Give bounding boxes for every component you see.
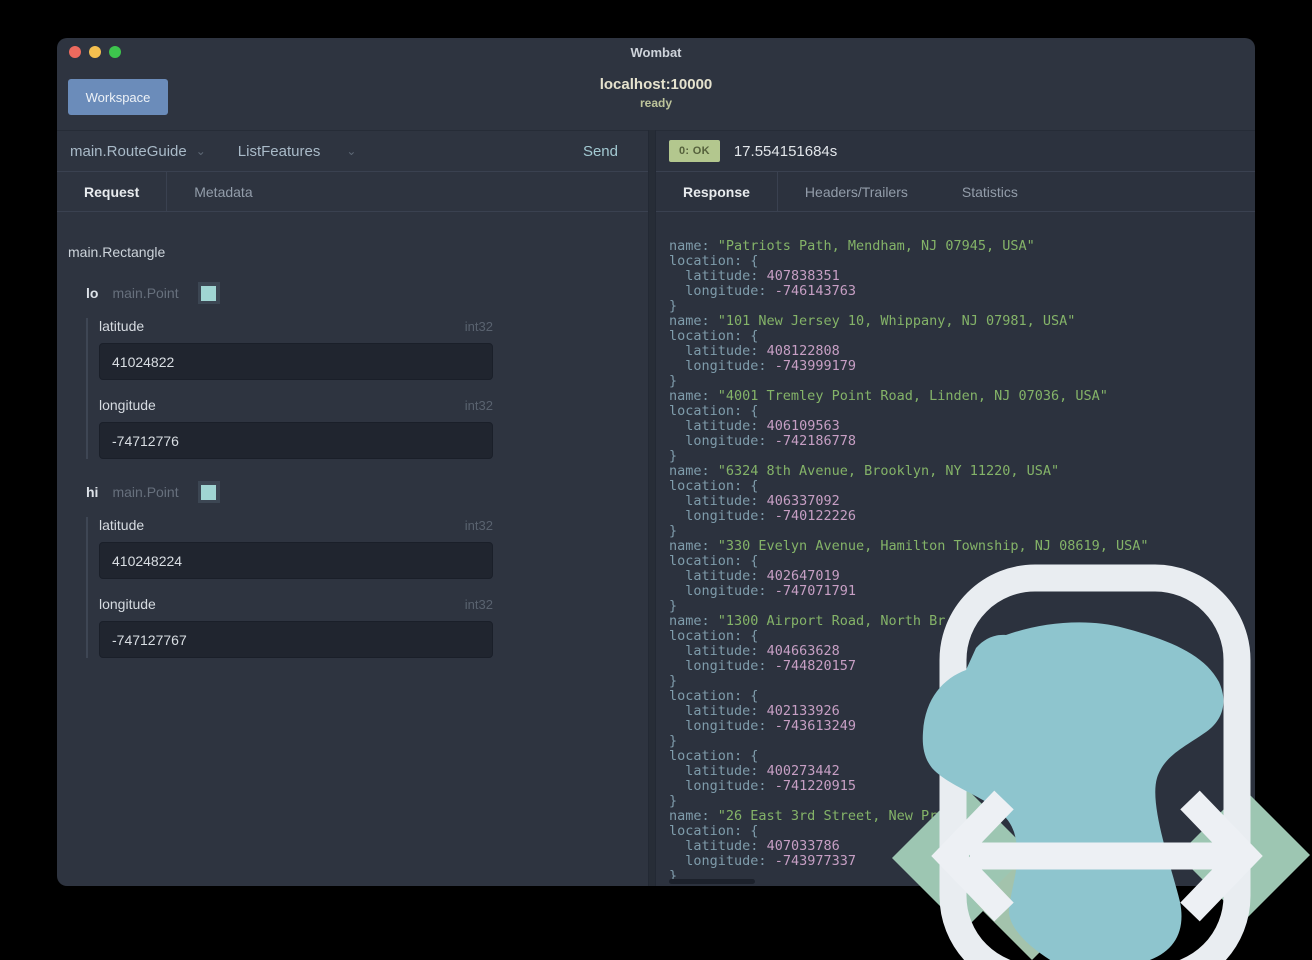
- pane-splitter[interactable]: [648, 130, 656, 886]
- tab-headers-trailers[interactable]: Headers/Trailers: [778, 172, 935, 211]
- response-output: name: "Patriots Path, Mendham, NJ 07945,…: [669, 238, 1149, 884]
- longitude-input[interactable]: [99, 422, 493, 459]
- send-button[interactable]: Send: [583, 143, 618, 160]
- checkbox-checked-icon: [201, 484, 217, 500]
- group-field-name: lo: [86, 285, 99, 301]
- field-label: longitude: [99, 397, 156, 413]
- field-row: longitude int32: [99, 596, 493, 658]
- method-select[interactable]: ListFeatures: [238, 143, 321, 160]
- wombat-window: Wombat Workspace localhost:10000 ready m…: [57, 38, 1255, 886]
- group-field-name: hi: [86, 484, 99, 500]
- response-toolbar: 0: OK 17.554151684s: [656, 130, 1255, 172]
- message-type-label: main.Rectangle: [68, 244, 166, 260]
- minimize-window-icon[interactable]: [89, 46, 101, 58]
- field-row: longitude int32: [99, 397, 493, 459]
- field-label: latitude: [99, 517, 145, 533]
- response-tabs: Response Headers/Trailers Statistics: [656, 172, 1255, 212]
- host-address: localhost:10000: [599, 76, 713, 93]
- status-badge: 0: OK: [669, 140, 720, 162]
- chevron-down-icon[interactable]: ⌄: [346, 144, 356, 158]
- window-title: Wombat: [630, 44, 682, 60]
- desktop-background: Wombat Workspace localhost:10000 ready m…: [0, 0, 1312, 960]
- group-field-type: main.Point: [112, 484, 179, 500]
- field-group-hi: hi main.Point latitude int32 410248224 l…: [68, 481, 648, 658]
- field-type: int32: [464, 398, 493, 413]
- traffic-lights: [69, 46, 121, 58]
- field-type: int32: [464, 597, 493, 612]
- request-form: main.Rectangle lo main.Point latitude in…: [57, 212, 648, 675]
- group-fields: latitude int32 longitude int32: [86, 318, 648, 459]
- horizontal-scrollbar-thumb[interactable]: [669, 879, 755, 884]
- longitude-input[interactable]: [99, 621, 493, 658]
- request-tabs: Request Metadata: [57, 172, 648, 212]
- field-type: int32: [464, 518, 493, 533]
- service-select[interactable]: main.RouteGuide: [70, 143, 187, 160]
- topbar: Workspace localhost:10000 ready: [57, 66, 1255, 130]
- group-enabled-checkbox[interactable]: [197, 282, 220, 304]
- group-header: hi main.Point: [86, 481, 648, 503]
- checkbox-checked-icon: [201, 285, 217, 301]
- latitude-input[interactable]: [99, 542, 493, 579]
- tab-request[interactable]: Request: [57, 172, 168, 212]
- main-split: main.RouteGuide ⌄ ListFeatures ⌄ Send Re…: [57, 130, 1255, 886]
- group-field-type: main.Point: [112, 285, 179, 301]
- field-label: latitude: [99, 318, 145, 334]
- request-pane: main.RouteGuide ⌄ ListFeatures ⌄ Send Re…: [57, 130, 648, 886]
- response-body: name: "Patriots Path, Mendham, NJ 07945,…: [656, 212, 1255, 886]
- group-header: lo main.Point: [86, 282, 648, 304]
- tab-metadata[interactable]: Metadata: [167, 172, 279, 211]
- chevron-down-icon[interactable]: ⌄: [196, 144, 206, 158]
- call-duration: 17.554151684s: [733, 142, 838, 160]
- tab-statistics[interactable]: Statistics: [935, 172, 1045, 211]
- zoom-window-icon[interactable]: [109, 46, 121, 58]
- connection-status: localhost:10000 ready: [57, 76, 1255, 110]
- request-toolbar: main.RouteGuide ⌄ ListFeatures ⌄ Send: [57, 130, 648, 172]
- field-label: longitude: [99, 596, 156, 612]
- field-row: latitude int32: [99, 517, 493, 579]
- response-pane: 0: OK 17.554151684s Response Headers/Tra…: [656, 130, 1255, 886]
- field-type: int32: [464, 319, 493, 334]
- close-window-icon[interactable]: [69, 46, 81, 58]
- group-enabled-checkbox[interactable]: [197, 481, 220, 503]
- field-group-lo: lo main.Point latitude int32 41024822 lo…: [68, 282, 648, 459]
- connection-ready-status: ready: [639, 96, 673, 110]
- field-row: latitude int32: [99, 318, 493, 380]
- group-fields: latitude int32 longitude int32: [86, 517, 648, 658]
- titlebar: Wombat: [57, 38, 1255, 66]
- latitude-input[interactable]: [99, 343, 493, 380]
- tab-response[interactable]: Response: [656, 172, 778, 212]
